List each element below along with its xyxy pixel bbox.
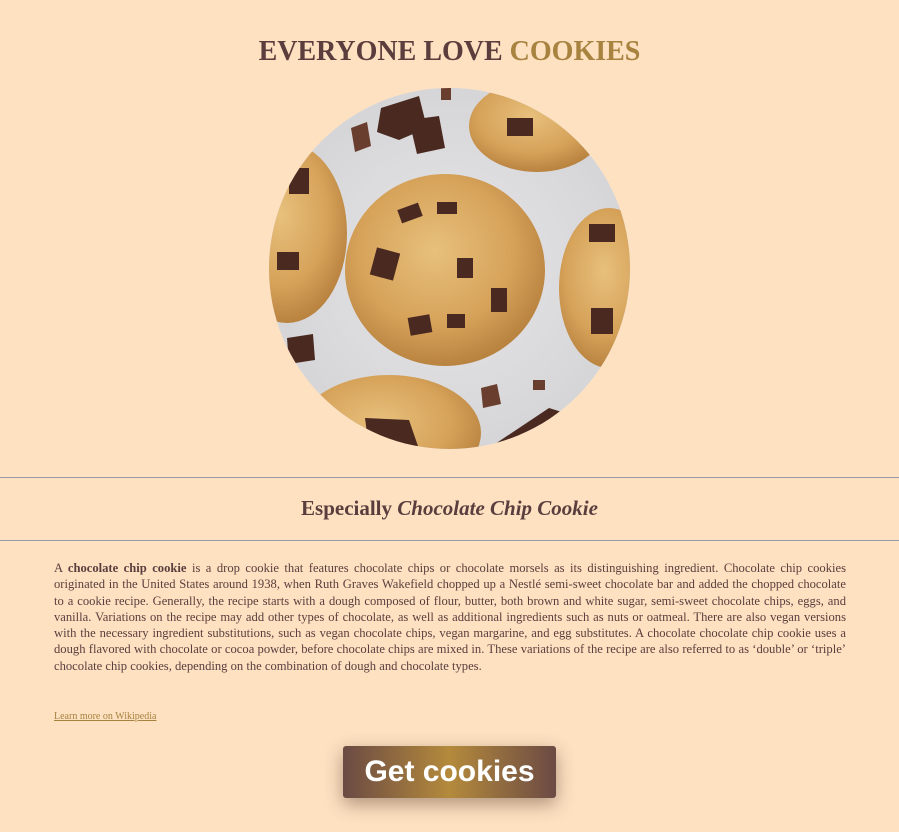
description-term: chocolate chip cookie [67,561,187,575]
description-lead: A [54,561,68,575]
description-body: is a drop cookie that features chocolate… [54,561,846,673]
cookie-description: A chocolate chip cookie is a drop cookie… [54,560,846,674]
wikipedia-link[interactable]: Learn more on Wikipedia [54,710,156,724]
title-part-1: EVERYONE LOVE [258,36,510,67]
top-divider [0,477,899,478]
subtitle-prefix: Especially [301,496,398,520]
title-part-2: COOKIES [509,36,641,67]
bottom-divider [0,540,899,541]
cookie-hero-image [269,88,630,449]
section-subtitle: Especially Chocolate Chip Cookie [0,494,899,522]
get-cookies-button[interactable]: Get cookies [343,746,556,798]
page-title: EVERYONE LOVE COOKIES [0,34,899,70]
subtitle-emphasis: Chocolate Chip Cookie [397,496,598,520]
